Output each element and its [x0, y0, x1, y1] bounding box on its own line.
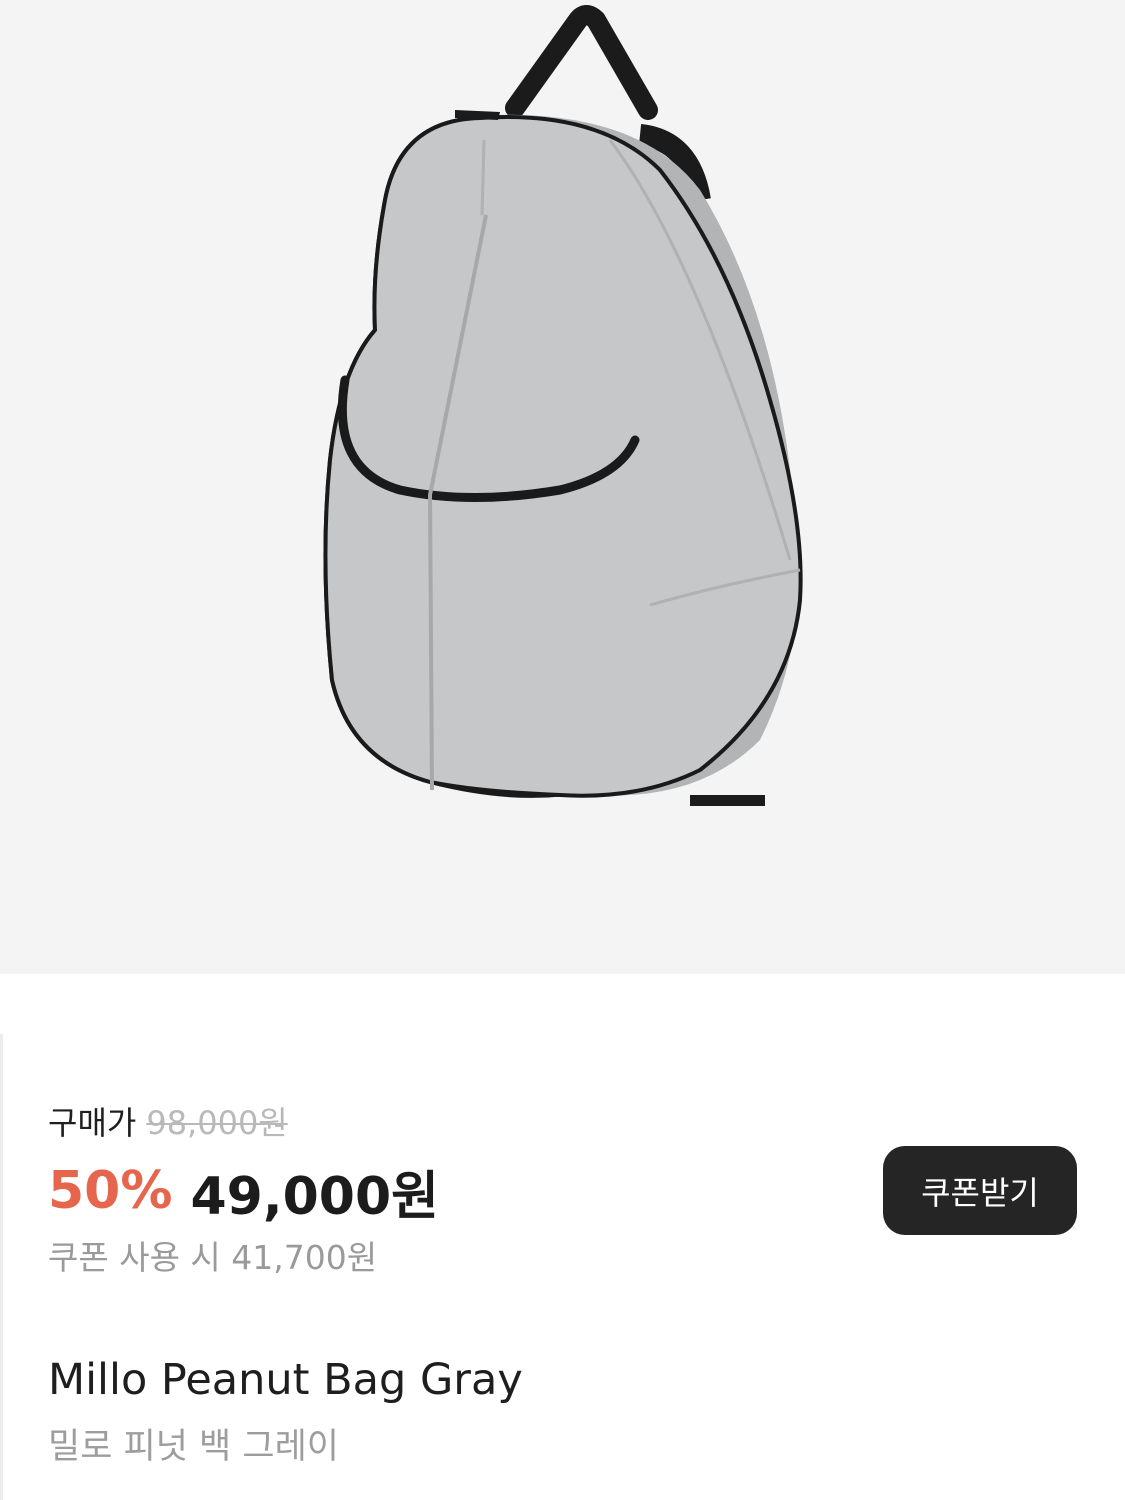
original-price: 98,000원: [146, 1104, 288, 1142]
sale-price: 49,000원: [190, 1166, 439, 1227]
left-edge-line: [0, 1034, 3, 1500]
discount-rate: 50%: [48, 1161, 173, 1221]
get-coupon-button[interactable]: 쿠폰받기: [883, 1146, 1077, 1235]
product-detail-page: 구매가 98,000원 50% 49,000원 쿠폰 사용 시 41,700원 …: [0, 0, 1125, 1500]
original-price-row: 구매가 98,000원: [48, 1098, 288, 1144]
product-image[interactable]: [0, 0, 1125, 974]
coupon-price: 쿠폰 사용 시 41,700원: [48, 1238, 378, 1277]
sale-price-row: 50% 49,000원: [48, 1156, 439, 1227]
backpack-image-icon: [323, 5, 803, 806]
bag-bottom-tab: [690, 795, 765, 806]
bag-handle: [505, 5, 658, 120]
product-name: Millo Peanut Bag Gray: [48, 1355, 523, 1405]
bag-outline: [323, 115, 803, 798]
price-label: 구매가: [48, 1104, 137, 1142]
product-name-korean: 밀로 피넛 백 그레이: [48, 1427, 339, 1467]
